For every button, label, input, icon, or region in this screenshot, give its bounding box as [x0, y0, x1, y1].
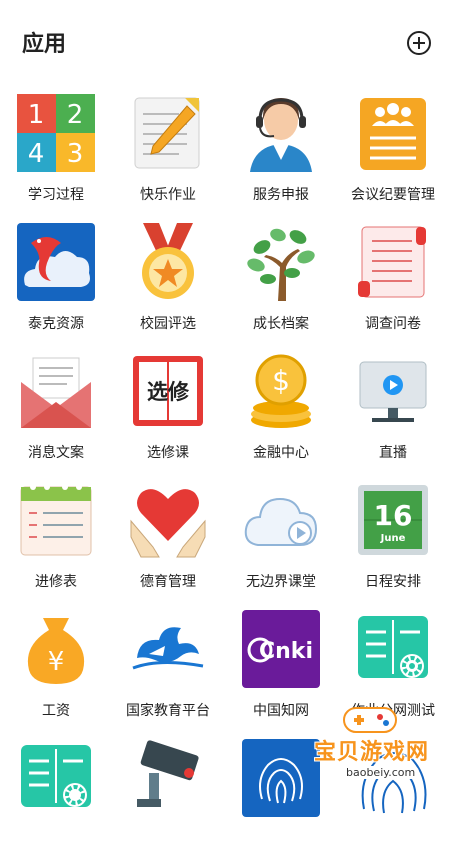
app-label: 快乐作业: [140, 187, 196, 203]
app-label: 泰克资源: [28, 316, 84, 332]
app-salary[interactable]: ¥ 工资: [0, 610, 112, 729]
app-row: 消息文案 选修 选修课 $ 金融中心 直播: [0, 342, 450, 471]
svg-text:2: 2: [67, 100, 84, 130]
number-grid-icon: 1 2 4 3: [17, 94, 95, 172]
app-schedule[interactable]: 16 June 日程安排: [337, 481, 449, 600]
money-bag-icon: ¥: [27, 618, 85, 684]
watermark-title: 宝贝游戏网: [314, 740, 430, 765]
app-label: 校园评选: [140, 316, 196, 332]
app-learning-process[interactable]: 1 2 4 3 学习过程: [0, 94, 112, 213]
dolphin-cloud-icon: [17, 223, 95, 301]
scroll-icon: [358, 226, 426, 298]
envelope-icon: [21, 357, 91, 428]
book-gear-icon: [21, 745, 91, 807]
heart-hands-icon: [130, 489, 206, 558]
calendar-list-icon: [20, 484, 92, 556]
app-label: 国家教育平台: [126, 703, 210, 719]
add-icon[interactable]: [406, 30, 432, 56]
svg-text:¥: ¥: [48, 647, 65, 677]
cloud-play-icon: [244, 497, 318, 546]
tree-icon: [247, 228, 315, 301]
app-label: 成长档案: [253, 316, 309, 332]
app-finance-center[interactable]: $ 金融中心: [225, 352, 337, 471]
notepad-pen-icon: [134, 97, 200, 169]
app-elective-course[interactable]: 选修 选修课: [112, 352, 224, 471]
svg-text:16: 16: [374, 499, 413, 532]
page-title: 应用: [22, 32, 67, 57]
svg-text:$: $: [272, 364, 290, 397]
app-label: 调查问卷: [365, 316, 421, 332]
app-label: 金融中心: [253, 445, 309, 461]
app-borderless-classroom[interactable]: 无边界课堂: [225, 481, 337, 600]
app-row: 进修表 德育管理 无边界课堂 16 June 日程安排: [0, 471, 450, 600]
svg-text:3: 3: [67, 139, 84, 169]
app-service-report[interactable]: 服务申报: [225, 94, 337, 213]
cnki-logo-icon: Cnki: [242, 610, 320, 688]
camera-icon: [137, 740, 199, 807]
app-label: 日程安排: [365, 574, 421, 590]
app-label: 工资: [42, 703, 70, 719]
app-happy-homework[interactable]: 快乐作业: [112, 94, 224, 213]
app-label: 无边界课堂: [246, 574, 316, 590]
app-row: 泰克资源 校园评选 成长档案 调查问卷: [0, 213, 450, 342]
app-label: 消息文案: [28, 445, 84, 461]
app-training-form[interactable]: 进修表: [0, 481, 112, 600]
app-label: 进修表: [35, 574, 77, 590]
watermark-url: baobeiy.com: [342, 766, 420, 779]
app-growth-archive[interactable]: 成长档案: [225, 223, 337, 342]
svg-text:4: 4: [28, 139, 45, 169]
svg-text:June: June: [380, 533, 406, 544]
app-book-gear-second[interactable]: [0, 739, 112, 858]
app-label: 服务申报: [253, 187, 309, 203]
app-label: 直播: [379, 445, 407, 461]
coin-stack-icon: $: [251, 354, 311, 428]
app-label: 会议纪要管理: [351, 187, 435, 203]
book-gear-icon: [358, 616, 428, 678]
header: 应用: [0, 0, 450, 84]
app-row: 1 2 4 3 学习过程 快乐作业 服务申报 会议纪要管理: [0, 84, 450, 213]
app-label: 德育管理: [140, 574, 196, 590]
svg-text:Cnki: Cnki: [259, 639, 313, 664]
monitor-play-icon: [359, 361, 427, 422]
svg-text:选修: 选修: [147, 380, 190, 404]
gamepad-icon: [343, 707, 397, 733]
app-survey[interactable]: 调查问卷: [337, 223, 449, 342]
app-tech-resources[interactable]: 泰克资源: [0, 223, 112, 342]
edu-platform-logo-icon: [132, 627, 204, 670]
app-surveillance-camera[interactable]: [112, 739, 224, 858]
customer-service-icon: [250, 98, 312, 172]
calendar-date-icon: 16 June: [358, 485, 428, 555]
watermark: 宝贝游戏网 baobeiy.com: [300, 700, 450, 800]
meeting-document-icon: [360, 98, 426, 170]
medal-icon: [142, 223, 194, 299]
app-moral-education[interactable]: 德育管理: [112, 481, 224, 600]
app-meeting-minutes[interactable]: 会议纪要管理: [337, 94, 449, 213]
app-live-stream[interactable]: 直播: [337, 352, 449, 471]
app-campus-selection[interactable]: 校园评选: [112, 223, 224, 342]
app-message-copy[interactable]: 消息文案: [0, 352, 112, 471]
elective-book-icon: 选修: [133, 356, 203, 426]
app-label: 选修课: [147, 445, 189, 461]
app-national-edu-platform[interactable]: 国家教育平台: [112, 610, 224, 729]
svg-text:1: 1: [28, 100, 45, 130]
app-label: 学习过程: [28, 187, 84, 203]
